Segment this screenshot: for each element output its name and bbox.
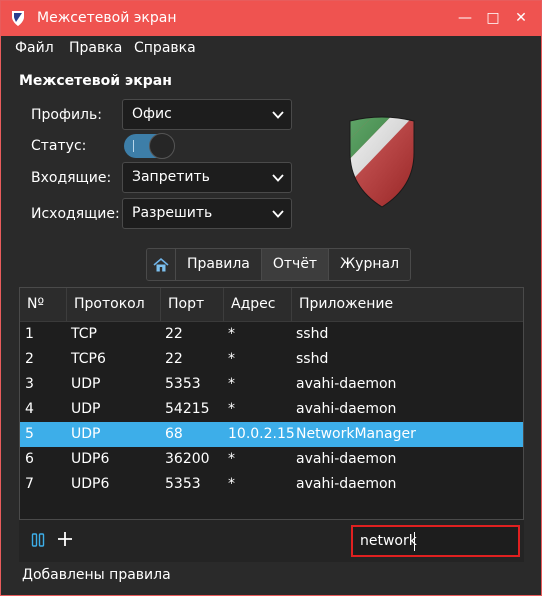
home-icon bbox=[153, 257, 169, 271]
pause-icon[interactable] bbox=[31, 533, 45, 547]
toggle-knob bbox=[149, 133, 175, 159]
cell-address: * bbox=[228, 476, 235, 492]
profile-label: Профиль: bbox=[31, 107, 102, 123]
incoming-combo[interactable]: Запретить bbox=[122, 162, 292, 193]
cell-protocol: UDP bbox=[71, 426, 101, 442]
cell-number: 4 bbox=[25, 401, 34, 417]
outgoing-value: Разрешить bbox=[132, 205, 213, 221]
cell-port: 5353 bbox=[165, 476, 201, 492]
title-bar[interactable]: Межсетевой экран — □ ✕ bbox=[1, 1, 541, 36]
cell-address: 10.0.2.15 bbox=[228, 426, 295, 442]
app-shield-icon bbox=[12, 11, 24, 26]
search-input[interactable] bbox=[353, 527, 518, 555]
cell-application: sshd bbox=[296, 326, 329, 342]
table-row[interactable]: 6 UDP6 36200 * avahi-daemon bbox=[20, 447, 523, 472]
cell-application: avahi-daemon bbox=[296, 376, 397, 392]
main-window: Межсетевой экран — □ ✕ Файл Правка Справ… bbox=[0, 0, 542, 596]
minimize-button[interactable]: — bbox=[454, 7, 476, 29]
outgoing-combo[interactable]: Разрешить bbox=[122, 198, 292, 229]
cell-protocol: TCP bbox=[71, 326, 97, 342]
table-row[interactable]: 5 UDP 68 10.0.2.15 NetworkManager bbox=[20, 422, 523, 447]
cell-protocol: UDP bbox=[71, 401, 101, 417]
cell-port: 22 bbox=[165, 326, 183, 342]
status-bar-text: Добавлены правила bbox=[22, 567, 171, 583]
cell-port: 36200 bbox=[165, 451, 210, 467]
outgoing-label: Исходящие: bbox=[31, 206, 120, 222]
table-row[interactable]: 7 UDP6 5353 * avahi-daemon bbox=[20, 472, 523, 497]
incoming-value: Запретить bbox=[132, 169, 210, 185]
incoming-label: Входящие: bbox=[31, 170, 112, 186]
plus-icon[interactable] bbox=[57, 531, 73, 547]
tab-rules[interactable]: Правила bbox=[175, 249, 261, 280]
cell-application: avahi-daemon bbox=[296, 401, 397, 417]
cell-port: 22 bbox=[165, 351, 183, 367]
table-row[interactable]: 2 TCP6 22 * sshd bbox=[20, 347, 523, 372]
gufw-shield-logo bbox=[349, 116, 415, 208]
cell-number: 7 bbox=[25, 476, 34, 492]
cell-address: * bbox=[228, 401, 235, 417]
cell-address: * bbox=[228, 326, 235, 342]
cell-application: sshd bbox=[296, 351, 329, 367]
column-header-address[interactable]: Адрес bbox=[223, 288, 291, 321]
table-row[interactable]: 1 TCP 22 * sshd bbox=[20, 322, 523, 347]
cell-application: avahi-daemon bbox=[296, 451, 397, 467]
window-title: Межсетевой экран bbox=[37, 10, 177, 26]
toggle-on-mark bbox=[133, 140, 134, 152]
cell-application: avahi-daemon bbox=[296, 476, 397, 492]
report-table: Nº Протокол Порт Адрес Приложение 1 TCP 22… bbox=[19, 287, 524, 520]
column-header-protocol[interactable]: Протокол bbox=[66, 288, 160, 321]
column-header-port[interactable]: Порт bbox=[160, 288, 223, 321]
menu-help[interactable]: Справка bbox=[134, 40, 196, 56]
text-cursor bbox=[414, 532, 415, 551]
column-header-application[interactable]: Приложение bbox=[291, 288, 523, 321]
cell-protocol: UDP bbox=[71, 376, 101, 392]
column-header-number[interactable]: Nº bbox=[20, 288, 66, 321]
cell-protocol: UDP6 bbox=[71, 451, 110, 467]
table-row[interactable]: 4 UDP 54215 * avahi-daemon bbox=[20, 397, 523, 422]
cell-application: NetworkManager bbox=[296, 426, 416, 442]
cell-number: 1 bbox=[25, 326, 34, 342]
cell-address: * bbox=[228, 351, 235, 367]
cell-port: 54215 bbox=[165, 401, 210, 417]
profile-combo[interactable]: Офис bbox=[122, 99, 292, 130]
maximize-button[interactable]: □ bbox=[482, 7, 504, 29]
menu-file[interactable]: Файл bbox=[15, 40, 54, 56]
section-title: Межсетевой экран bbox=[19, 73, 172, 89]
profile-value: Офис bbox=[132, 106, 172, 122]
chevron-down-icon bbox=[272, 174, 284, 182]
cell-port: 68 bbox=[165, 426, 183, 442]
search-field[interactable] bbox=[351, 525, 520, 557]
status-toggle[interactable] bbox=[124, 133, 175, 159]
table-row[interactable]: 3 UDP 5353 * avahi-daemon bbox=[20, 372, 523, 397]
tab-home[interactable] bbox=[147, 249, 175, 280]
cell-number: 3 bbox=[25, 376, 34, 392]
chevron-down-icon bbox=[272, 210, 284, 218]
cell-protocol: TCP6 bbox=[71, 351, 106, 367]
cell-port: 5353 bbox=[165, 376, 201, 392]
tab-report[interactable]: Отчёт bbox=[260, 249, 329, 280]
cell-number: 6 bbox=[25, 451, 34, 467]
cell-number: 5 bbox=[25, 426, 34, 442]
menu-bar: Файл Правка Справка bbox=[1, 36, 541, 62]
tab-log[interactable]: Журнал bbox=[328, 249, 411, 280]
cell-number: 2 bbox=[25, 351, 34, 367]
status-label: Статус: bbox=[31, 138, 87, 154]
view-tabs: Правила Отчёт Журнал bbox=[146, 248, 412, 281]
cell-protocol: UDP6 bbox=[71, 476, 110, 492]
cell-address: * bbox=[228, 451, 235, 467]
menu-edit[interactable]: Правка bbox=[69, 40, 122, 56]
cell-address: * bbox=[228, 376, 235, 392]
close-button[interactable]: ✕ bbox=[510, 7, 532, 29]
chevron-down-icon bbox=[272, 111, 284, 119]
table-header: Nº Протокол Порт Адрес Приложение bbox=[20, 288, 523, 322]
